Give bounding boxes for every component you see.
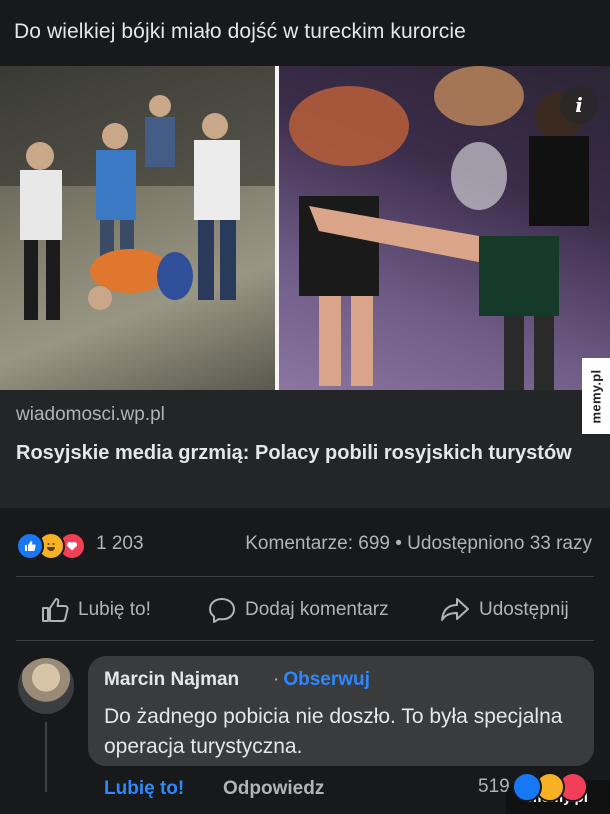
share-button-label: Udostępnij [479, 599, 569, 620]
comment-text: Do żadnego pobicia nie doszło. To była s… [104, 705, 563, 758]
reaction-icons[interactable] [16, 532, 86, 560]
comment-reaction-icons[interactable] [512, 772, 588, 802]
watermark-side: memy.pl [582, 358, 610, 434]
reaction-count[interactable]: 1 203 [96, 533, 144, 555]
like-icon [512, 772, 542, 802]
comment: Marcin Najman · Obserwuj Do żadnego pobic… [0, 654, 610, 814]
divider [16, 576, 594, 577]
like-button[interactable]: Lubię to! [40, 596, 151, 624]
avatar[interactable] [18, 658, 74, 714]
divider [16, 640, 594, 641]
follow-button[interactable]: · Obserwuj [273, 669, 370, 691]
like-icon [16, 532, 44, 560]
fight-photo-left [0, 66, 275, 390]
thumbs-up-icon [42, 598, 69, 622]
comment-reaction-count[interactable]: 519 [478, 776, 510, 798]
comment-reply-button[interactable]: Odpowiedz [223, 778, 324, 800]
comment-like-button[interactable]: Lubię to! [104, 778, 184, 800]
link-domain: wiadomosci.wp.pl [16, 404, 165, 425]
post-text: Do wielkiej bójki miało dojść w tureckim… [14, 20, 466, 43]
post-actions: Lubię to! Dodaj komentarz Udostępnij [0, 588, 610, 632]
comments-shares-count[interactable]: Komentarze: 699 • Udostępniono 33 razy [245, 533, 592, 555]
share-icon [441, 598, 469, 621]
separator: · [273, 669, 280, 690]
fight-photo-right: i [279, 66, 610, 390]
follow-label: Obserwuj [283, 669, 370, 690]
comment-button-label: Dodaj komentarz [245, 599, 389, 620]
comment-button[interactable]: Dodaj komentarz [207, 596, 389, 624]
share-button[interactable]: Udostępnij [439, 596, 569, 624]
comment-icon [209, 598, 235, 623]
comment-bubble: Marcin Najman · Obserwuj Do żadnego pobic… [88, 656, 594, 766]
post-stats: 1 203 Komentarze: 699 • Udostępniono 33 … [0, 528, 610, 560]
like-button-label: Lubię to! [78, 599, 151, 620]
link-preview-card[interactable]: i wiadomosci.wp.pl Rosyjskie media grzmi… [0, 66, 610, 508]
link-title[interactable]: Rosyjskie media grzmią: Polacy pobili ro… [16, 438, 576, 468]
comment-author[interactable]: Marcin Najman [104, 669, 239, 691]
info-icon[interactable]: i [560, 86, 598, 124]
thread-line [45, 722, 47, 792]
